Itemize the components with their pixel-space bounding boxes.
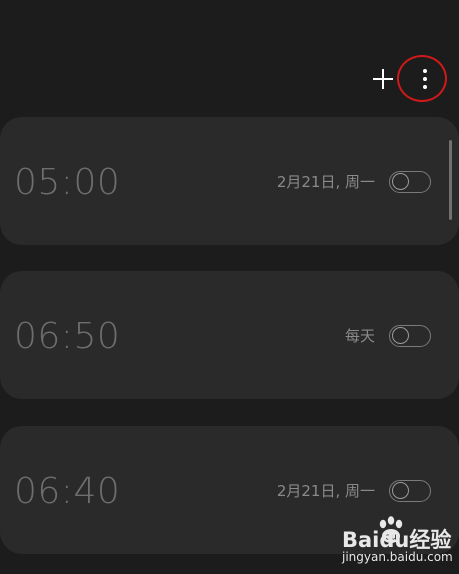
alarm-time: 06:40 [14, 471, 121, 512]
alarm-toggle[interactable] [389, 171, 431, 193]
alarm-card[interactable]: 05:00 2月21日, 周一 [0, 117, 459, 245]
alarm-toggle[interactable] [389, 325, 431, 347]
toolbar [0, 0, 459, 110]
alarm-repeat-label: 2月21日, 周一 [276, 173, 375, 191]
watermark-url: jingyan.baidu.com [342, 550, 453, 564]
highlight-circle-annotation [397, 55, 447, 102]
alarm-toggle[interactable] [389, 480, 431, 502]
alarm-repeat-label: 2月21日, 周一 [276, 482, 375, 500]
alarm-time: 05:00 [14, 162, 121, 203]
baidu-watermark: du Baidu经验 jingyan.baidu.com [338, 514, 456, 570]
scrollbar[interactable] [449, 140, 452, 220]
toggle-knob [392, 327, 409, 344]
add-alarm-button[interactable] [368, 64, 398, 94]
toggle-knob [392, 482, 409, 499]
alarm-card[interactable]: 06:50 每天 [0, 271, 459, 399]
toggle-knob [392, 173, 409, 190]
alarm-time: 06:50 [14, 316, 121, 357]
alarm-repeat-label: 每天 [344, 327, 375, 345]
plus-icon [373, 69, 393, 89]
